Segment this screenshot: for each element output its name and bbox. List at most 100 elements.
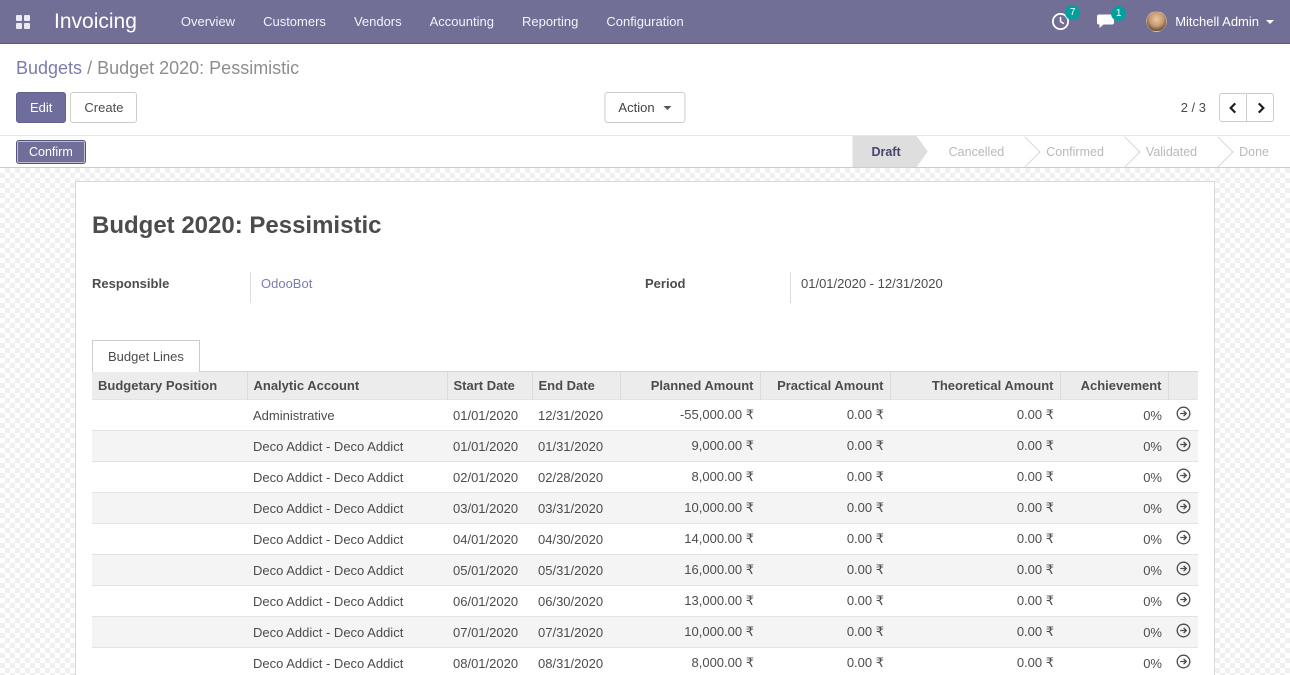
cell-analytic-account[interactable]: Deco Addict - Deco Addict bbox=[247, 648, 447, 675]
nav-menu-item[interactable]: Customers bbox=[249, 0, 340, 44]
cell-analytic-account[interactable]: Deco Addict - Deco Addict bbox=[247, 555, 447, 586]
col-end-date[interactable]: End Date bbox=[532, 372, 620, 400]
nav-menu-item[interactable]: Reporting bbox=[508, 0, 592, 44]
cell-analytic-account[interactable]: Deco Addict - Deco Addict bbox=[247, 462, 447, 493]
table-row[interactable]: Deco Addict - Deco Addict 06/01/2020 06/… bbox=[92, 586, 1198, 617]
status-stage[interactable]: Done bbox=[1218, 136, 1290, 167]
cell-theoretical-amount[interactable]: 0.00 ₹ bbox=[890, 648, 1060, 675]
cell-analytic-account[interactable]: Administrative bbox=[247, 400, 447, 431]
cell-achievement[interactable]: 0% bbox=[1060, 462, 1168, 493]
nav-menu-item[interactable]: Overview bbox=[167, 0, 249, 44]
col-analytic-account[interactable]: Analytic Account bbox=[247, 372, 447, 400]
cell-theoretical-amount[interactable]: 0.00 ₹ bbox=[890, 431, 1060, 462]
cell-start-date[interactable]: 05/01/2020 bbox=[447, 555, 532, 586]
cell-start-date[interactable]: 04/01/2020 bbox=[447, 524, 532, 555]
breadcrumb-parent[interactable]: Budgets bbox=[16, 58, 82, 78]
confirm-button[interactable]: Confirm bbox=[16, 140, 86, 164]
cell-achievement[interactable]: 0% bbox=[1060, 493, 1168, 524]
cell-theoretical-amount[interactable]: 0.00 ₹ bbox=[890, 400, 1060, 431]
cell-budgetary-position[interactable] bbox=[92, 400, 247, 431]
cell-practical-amount[interactable]: 0.00 ₹ bbox=[760, 648, 890, 675]
create-button[interactable]: Create bbox=[70, 92, 137, 123]
cell-practical-amount[interactable]: 0.00 ₹ bbox=[760, 524, 890, 555]
apps-menu-button[interactable] bbox=[0, 0, 46, 44]
cell-start-date[interactable]: 01/01/2020 bbox=[447, 400, 532, 431]
cell-achievement[interactable]: 0% bbox=[1060, 400, 1168, 431]
cell-analytic-account[interactable]: Deco Addict - Deco Addict bbox=[247, 586, 447, 617]
cell-budgetary-position[interactable] bbox=[92, 586, 247, 617]
tab-budget-lines[interactable]: Budget Lines bbox=[92, 340, 200, 372]
table-row[interactable]: Deco Addict - Deco Addict 08/01/2020 08/… bbox=[92, 648, 1198, 675]
action-dropdown-button[interactable]: Action bbox=[604, 92, 685, 123]
cell-start-date[interactable]: 03/01/2020 bbox=[447, 493, 532, 524]
cell-theoretical-amount[interactable]: 0.00 ₹ bbox=[890, 617, 1060, 648]
status-stage[interactable]: Draft bbox=[852, 136, 927, 167]
cell-end-date[interactable]: 07/31/2020 bbox=[532, 617, 620, 648]
cell-end-date[interactable]: 03/31/2020 bbox=[532, 493, 620, 524]
cell-planned-amount[interactable]: 14,000.00 ₹ bbox=[620, 524, 760, 555]
cell-start-date[interactable]: 07/01/2020 bbox=[447, 617, 532, 648]
cell-budgetary-position[interactable] bbox=[92, 524, 247, 555]
cell-planned-amount[interactable]: 10,000.00 ₹ bbox=[620, 617, 760, 648]
app-name[interactable]: Invoicing bbox=[54, 10, 137, 34]
cell-end-date[interactable]: 08/31/2020 bbox=[532, 648, 620, 675]
cell-start-date[interactable]: 08/01/2020 bbox=[447, 648, 532, 675]
cell-start-date[interactable]: 06/01/2020 bbox=[447, 586, 532, 617]
activities-button[interactable]: 7 bbox=[1051, 12, 1070, 31]
table-row[interactable]: Deco Addict - Deco Addict 01/01/2020 01/… bbox=[92, 431, 1198, 462]
cell-start-date[interactable]: 02/01/2020 bbox=[447, 462, 532, 493]
table-row[interactable]: Deco Addict - Deco Addict 07/01/2020 07/… bbox=[92, 617, 1198, 648]
col-start-date[interactable]: Start Date bbox=[447, 372, 532, 400]
cell-achievement[interactable]: 0% bbox=[1060, 648, 1168, 675]
cell-achievement[interactable]: 0% bbox=[1060, 431, 1168, 462]
cell-end-date[interactable]: 04/30/2020 bbox=[532, 524, 620, 555]
cell-end-date[interactable]: 12/31/2020 bbox=[532, 400, 620, 431]
cell-achievement[interactable]: 0% bbox=[1060, 555, 1168, 586]
cell-practical-amount[interactable]: 0.00 ₹ bbox=[760, 493, 890, 524]
cell-practical-amount[interactable]: 0.00 ₹ bbox=[760, 400, 890, 431]
open-record-button[interactable] bbox=[1168, 431, 1198, 462]
cell-planned-amount[interactable]: 8,000.00 ₹ bbox=[620, 648, 760, 675]
nav-menu-item[interactable]: Configuration bbox=[592, 0, 697, 44]
cell-budgetary-position[interactable] bbox=[92, 431, 247, 462]
cell-analytic-account[interactable]: Deco Addict - Deco Addict bbox=[247, 524, 447, 555]
table-row[interactable]: Deco Addict - Deco Addict 04/01/2020 04/… bbox=[92, 524, 1198, 555]
cell-budgetary-position[interactable] bbox=[92, 617, 247, 648]
col-achievement[interactable]: Achievement bbox=[1060, 372, 1168, 400]
open-record-button[interactable] bbox=[1168, 493, 1198, 524]
cell-analytic-account[interactable]: Deco Addict - Deco Addict bbox=[247, 493, 447, 524]
col-practical-amount[interactable]: Practical Amount bbox=[760, 372, 890, 400]
col-budgetary-position[interactable]: Budgetary Position bbox=[92, 372, 247, 400]
table-row[interactable]: Administrative 01/01/2020 12/31/2020 -55… bbox=[92, 400, 1198, 431]
messages-button[interactable]: 1 bbox=[1096, 13, 1116, 30]
cell-end-date[interactable]: 01/31/2020 bbox=[532, 431, 620, 462]
cell-planned-amount[interactable]: 10,000.00 ₹ bbox=[620, 493, 760, 524]
open-record-button[interactable] bbox=[1168, 555, 1198, 586]
open-record-button[interactable] bbox=[1168, 617, 1198, 648]
cell-budgetary-position[interactable] bbox=[92, 462, 247, 493]
cell-practical-amount[interactable]: 0.00 ₹ bbox=[760, 462, 890, 493]
cell-end-date[interactable]: 05/31/2020 bbox=[532, 555, 620, 586]
cell-planned-amount[interactable]: 16,000.00 ₹ bbox=[620, 555, 760, 586]
pager-previous-button[interactable] bbox=[1219, 93, 1247, 122]
cell-theoretical-amount[interactable]: 0.00 ₹ bbox=[890, 555, 1060, 586]
nav-menu-item[interactable]: Vendors bbox=[340, 0, 416, 44]
table-row[interactable]: Deco Addict - Deco Addict 02/01/2020 02/… bbox=[92, 462, 1198, 493]
cell-practical-amount[interactable]: 0.00 ₹ bbox=[760, 617, 890, 648]
cell-analytic-account[interactable]: Deco Addict - Deco Addict bbox=[247, 431, 447, 462]
cell-achievement[interactable]: 0% bbox=[1060, 524, 1168, 555]
cell-practical-amount[interactable]: 0.00 ₹ bbox=[760, 586, 890, 617]
cell-practical-amount[interactable]: 0.00 ₹ bbox=[760, 555, 890, 586]
pager-next-button[interactable] bbox=[1246, 93, 1274, 122]
table-row[interactable]: Deco Addict - Deco Addict 03/01/2020 03/… bbox=[92, 493, 1198, 524]
cell-budgetary-position[interactable] bbox=[92, 648, 247, 675]
cell-analytic-account[interactable]: Deco Addict - Deco Addict bbox=[247, 617, 447, 648]
cell-end-date[interactable]: 02/28/2020 bbox=[532, 462, 620, 493]
cell-planned-amount[interactable]: 13,000.00 ₹ bbox=[620, 586, 760, 617]
cell-theoretical-amount[interactable]: 0.00 ₹ bbox=[890, 462, 1060, 493]
col-planned-amount[interactable]: Planned Amount bbox=[620, 372, 760, 400]
open-record-button[interactable] bbox=[1168, 586, 1198, 617]
user-menu[interactable]: Mitchell Admin bbox=[1146, 11, 1274, 32]
open-record-button[interactable] bbox=[1168, 462, 1198, 493]
cell-budgetary-position[interactable] bbox=[92, 555, 247, 586]
